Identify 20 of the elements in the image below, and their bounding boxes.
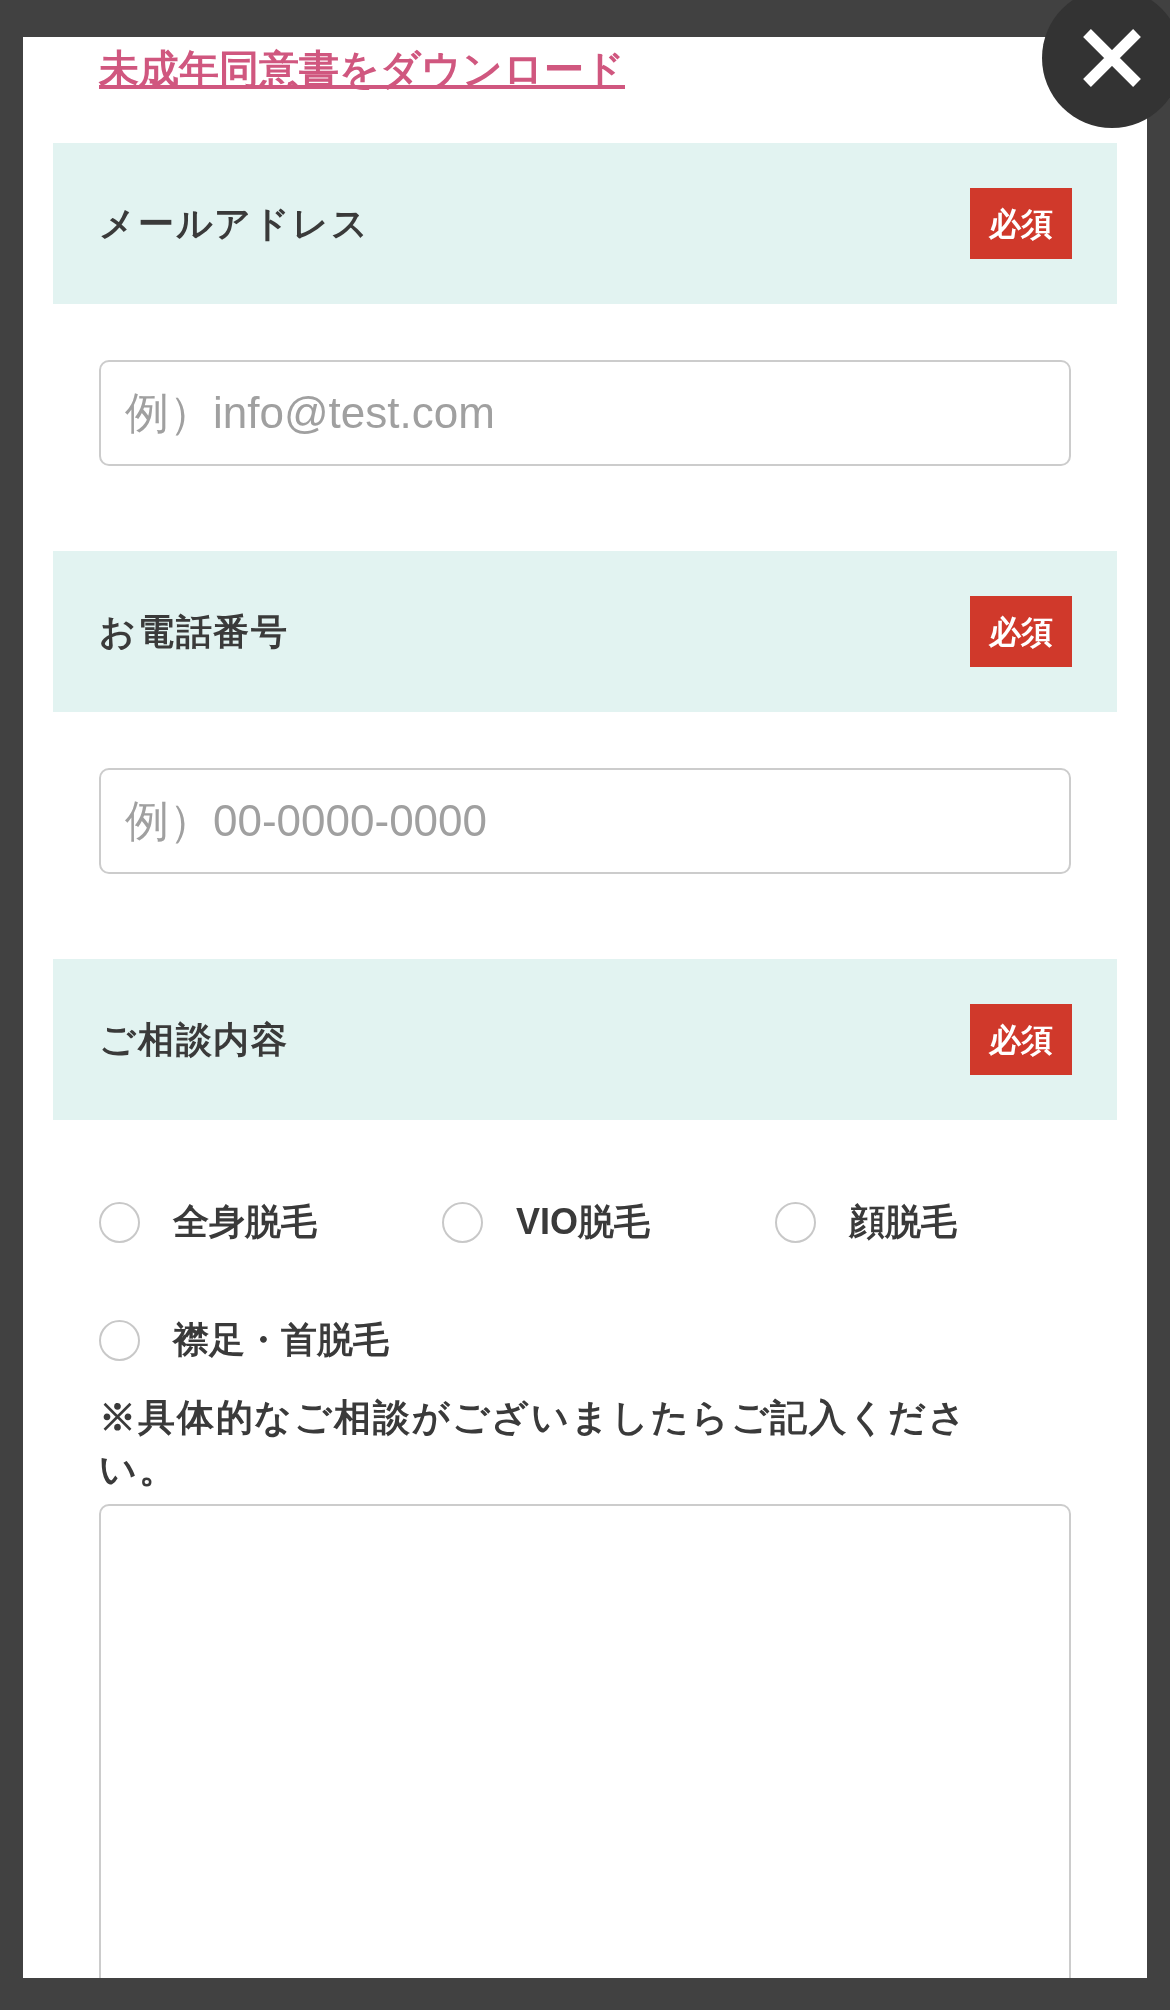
- text-field[interactable]: 例）info@test.com: [99, 360, 1071, 466]
- field-label: ご相談内容: [99, 1017, 289, 1062]
- radio-option[interactable]: 全身脱毛: [99, 1198, 317, 1246]
- radio-button[interactable]: [775, 1201, 816, 1243]
- radio-button[interactable]: [99, 1201, 140, 1243]
- radio-option[interactable]: 襟足・首脱毛: [99, 1316, 389, 1364]
- text-field[interactable]: 例）00-0000-0000: [99, 768, 1071, 874]
- field-label: メールアドレス: [99, 201, 370, 246]
- required-badge: 必須: [970, 596, 1072, 667]
- required-badge: 必須: [970, 1004, 1072, 1075]
- note-text: ※具体的なご相談がございましたらご記入ください。: [99, 1396, 969, 1492]
- close-icon: [1081, 27, 1143, 89]
- radio-button[interactable]: [99, 1319, 140, 1361]
- radio-option[interactable]: VIO脱毛: [442, 1198, 650, 1246]
- radio-button[interactable]: [442, 1201, 483, 1243]
- required-badge: 必須: [970, 188, 1072, 259]
- text-area[interactable]: [99, 1504, 1071, 1978]
- field-label: お電話番号: [99, 609, 289, 654]
- download-link[interactable]: 未成年同意書をダウンロード: [99, 47, 625, 91]
- radio-option[interactable]: 顔脱毛: [775, 1198, 957, 1246]
